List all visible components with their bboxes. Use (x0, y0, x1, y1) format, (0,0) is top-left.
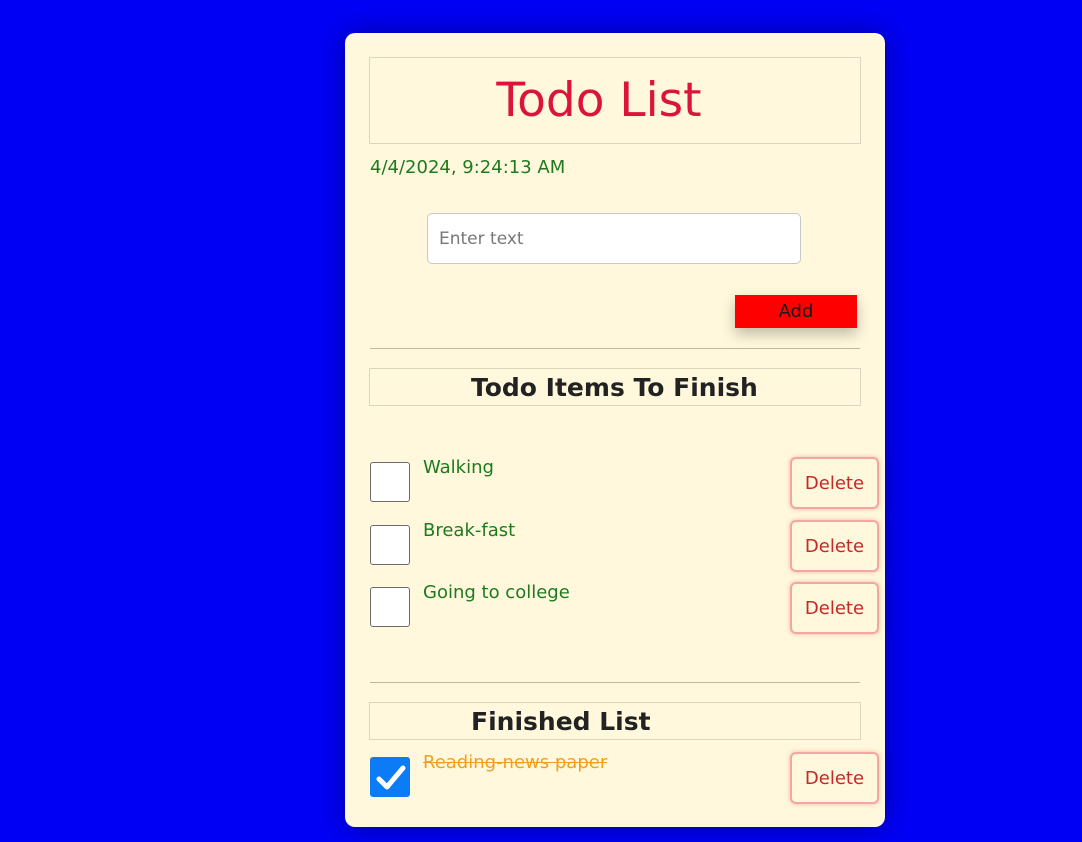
divider-bottom (370, 682, 860, 683)
page-title: Todo List (496, 73, 702, 128)
finished-item-row: Reading-news paper Delete (370, 752, 880, 806)
delete-button[interactable]: Delete (790, 752, 879, 804)
todo-item-checkbox[interactable] (370, 587, 410, 627)
current-datetime: 4/4/2024, 9:24:13 AM (370, 157, 566, 178)
delete-button[interactable]: Delete (790, 582, 879, 634)
todo-text-input[interactable] (427, 213, 801, 264)
todo-section-title: Todo Items To Finish (471, 373, 758, 402)
finished-item-checkbox[interactable] (370, 757, 410, 797)
todo-card: Todo List 4/4/2024, 9:24:13 AM Add Todo … (345, 33, 885, 827)
delete-button[interactable]: Delete (790, 457, 879, 509)
todo-item-row: Break-fast Delete (370, 520, 880, 574)
finished-section-header: Finished List (369, 702, 861, 740)
todo-section-header: Todo Items To Finish (369, 368, 861, 406)
finished-section-title: Finished List (471, 707, 651, 736)
checkmark-icon (376, 765, 406, 790)
todo-item-row: Going to college Delete (370, 582, 880, 636)
delete-button[interactable]: Delete (790, 520, 879, 572)
divider-top (370, 348, 860, 349)
finished-item-label: Reading-news paper (423, 752, 608, 773)
todo-item-checkbox[interactable] (370, 462, 410, 502)
todo-item-label: Walking (423, 457, 494, 478)
todo-item-label: Break-fast (423, 520, 516, 541)
todo-item-checkbox[interactable] (370, 525, 410, 565)
add-button[interactable]: Add (735, 295, 857, 328)
todo-item-row: Walking Delete (370, 457, 880, 511)
todo-item-label: Going to college (423, 582, 570, 603)
title-box: Todo List (369, 57, 861, 144)
